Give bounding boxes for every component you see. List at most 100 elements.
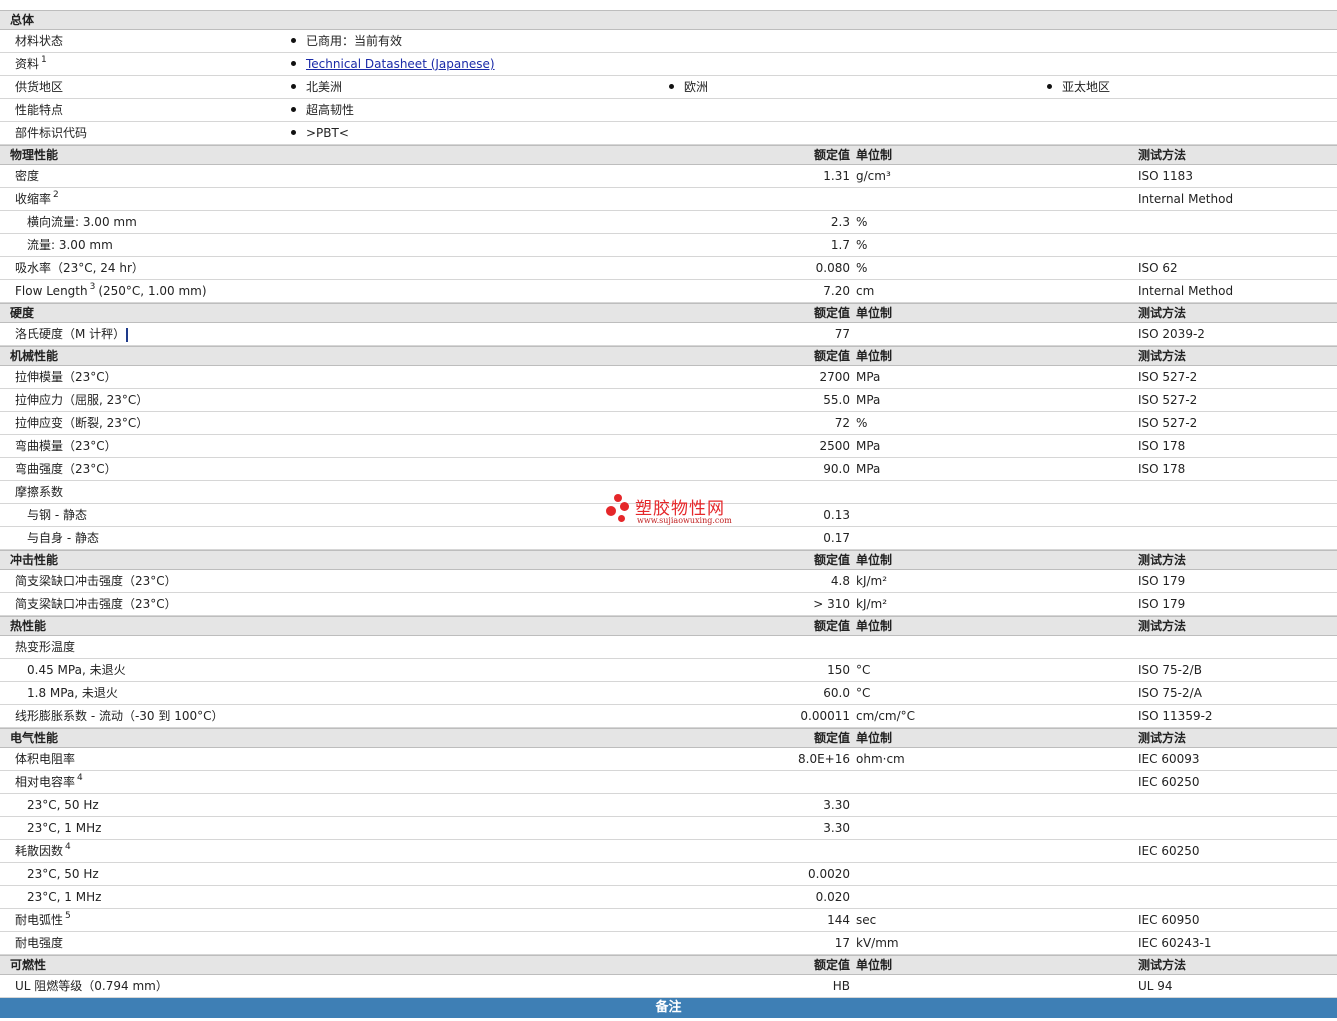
row-label-text: 洛氏硬度（M 计秤） bbox=[15, 327, 126, 341]
row-label: 0.45 MPa, 未退火 bbox=[27, 659, 126, 681]
row-test-method: IEC 60250 bbox=[1138, 844, 1200, 858]
table-row: 吸水率（23°C, 24 hr） 0.080% ISO 62 bbox=[0, 257, 1337, 280]
list-item: Technical Datasheet (Japanese) bbox=[291, 53, 495, 75]
row-test-method: ISO 75-2/A bbox=[1138, 686, 1202, 700]
row-label: 耗散因数 4 bbox=[15, 840, 71, 862]
feature-value: 超高韧性 bbox=[306, 103, 355, 117]
table-row: 密度 1.31 g/cm³ ISO 1183 bbox=[0, 165, 1337, 188]
row-value: 7.20 bbox=[823, 284, 850, 298]
table-row: 1.8 MPa, 未退火 60.0 °C ISO 75-2/A bbox=[0, 682, 1337, 705]
row-unit: cm/cm/°C bbox=[856, 709, 916, 723]
column-header-unit: 单位制 bbox=[856, 958, 893, 972]
table-row: 简支梁缺口冲击强度（23°C） 4.8 kJ/m² ISO 179 bbox=[0, 570, 1337, 593]
row-datasheet: 资料 1 Technical Datasheet (Japanese) bbox=[0, 53, 1337, 76]
row-label: 横向流量: 3.00 mm bbox=[27, 211, 137, 233]
row-label-text: 拉伸应力（屈服, 23°C） bbox=[15, 393, 149, 407]
row-label-text: 23°C, 50 Hz bbox=[27, 798, 99, 812]
logo-dot bbox=[618, 515, 625, 522]
row-value: 3.30 bbox=[823, 798, 850, 812]
table-row: 简支梁缺口冲击强度（23°C） > 310 kJ/m² ISO 179 bbox=[0, 593, 1337, 616]
row-value: 8.0E+16 bbox=[798, 752, 850, 766]
row-label-text: 耐电强度 bbox=[15, 936, 64, 950]
row-value: 2.3 bbox=[830, 215, 850, 229]
row-label-text: UL 阻燃等级（0.794 mm） bbox=[15, 979, 168, 993]
column-header-test: 测试方法 bbox=[1138, 306, 1187, 320]
bullet-icon bbox=[291, 130, 296, 135]
table-row: 洛氏硬度（M 计秤） 77 ISO 2039-2 bbox=[0, 323, 1337, 346]
section-header-impact: 冲击性能 额定值 单位制 测试方法 bbox=[0, 550, 1337, 570]
row-label-text: 弯曲强度（23°C） bbox=[15, 462, 117, 476]
section-title: 硬度 bbox=[10, 306, 35, 320]
row-test-method: ISO 178 bbox=[1138, 439, 1186, 453]
row-test-method: ISO 179 bbox=[1138, 574, 1186, 588]
row-test-method: UL 94 bbox=[1138, 979, 1173, 993]
row-label-text: 耐电弧性 bbox=[15, 913, 64, 927]
row-label-text: Flow Length bbox=[15, 284, 88, 298]
row-label-text: 摩擦系数 bbox=[15, 485, 64, 499]
section-header-hardness: 硬度 额定值 单位制 测试方法 bbox=[0, 303, 1337, 323]
notes-bar[interactable]: 备注 bbox=[0, 998, 1337, 1018]
row-label: 23°C, 50 Hz bbox=[27, 863, 99, 885]
row-unit: MPa bbox=[856, 439, 881, 453]
row-test-method: ISO 527-2 bbox=[1138, 393, 1198, 407]
row-unit: °C bbox=[856, 686, 871, 700]
table-row: 横向流量: 3.00 mm 2.3% bbox=[0, 211, 1337, 234]
logo-dot bbox=[606, 506, 616, 516]
row-value: 1.7 bbox=[830, 238, 850, 252]
row-label-text: 23°C, 1 MHz bbox=[27, 821, 102, 835]
row-label: 23°C, 1 MHz bbox=[27, 886, 101, 908]
row-label: 简支梁缺口冲击强度（23°C） bbox=[15, 593, 177, 615]
row-test-method: Internal Method bbox=[1138, 284, 1234, 298]
region-name: 北美洲 bbox=[306, 80, 343, 94]
row-label: 性能特点 bbox=[15, 103, 64, 117]
section-title: 热性能 bbox=[10, 619, 47, 633]
row-value: 0.0020 bbox=[808, 867, 850, 881]
marking-value: >PBT< bbox=[306, 126, 349, 140]
table-row: 热变形温度 bbox=[0, 636, 1337, 659]
row-test-method: IEC 60950 bbox=[1138, 913, 1200, 927]
table-row: 23°C, 1 MHz 0.020 bbox=[0, 886, 1337, 909]
table-row: 与自身 - 静态 0.17 bbox=[0, 527, 1337, 550]
row-test-method: Internal Method bbox=[1138, 192, 1234, 206]
row-value: 17 bbox=[834, 936, 850, 950]
technical-datasheet-link[interactable]: Technical Datasheet (Japanese) bbox=[306, 57, 495, 71]
section-header-physical: 物理性能 额定值 单位制 测试方法 bbox=[0, 145, 1337, 165]
row-unit: kJ/m² bbox=[856, 574, 888, 588]
footnote-marker: 2 bbox=[53, 190, 59, 200]
row-label: 供货地区 bbox=[15, 80, 64, 94]
row-unit: MPa bbox=[856, 462, 881, 476]
section-header-general: 总体 bbox=[0, 10, 1337, 30]
row-label-text: 与自身 - 静态 bbox=[27, 531, 99, 545]
row-label: 资料 1 bbox=[15, 53, 47, 75]
row-label: 拉伸模量（23°C） bbox=[15, 366, 117, 388]
row-label: 洛氏硬度（M 计秤） bbox=[15, 323, 129, 345]
table-row: UL 阻燃等级（0.794 mm） HB UL 94 bbox=[0, 975, 1337, 998]
bullet-icon bbox=[669, 84, 674, 89]
column-header-unit: 单位制 bbox=[856, 148, 893, 162]
row-test-method: ISO 179 bbox=[1138, 597, 1186, 611]
row-label-text: 体积电阻率 bbox=[15, 752, 76, 766]
row-label: 耐电弧性 5 bbox=[15, 909, 71, 931]
row-label: 23°C, 50 Hz bbox=[27, 794, 99, 816]
row-test-method: IEC 60093 bbox=[1138, 752, 1200, 766]
section-title: 电气性能 bbox=[10, 731, 59, 745]
row-value: 2700 bbox=[819, 370, 850, 384]
row-label: 体积电阻率 bbox=[15, 748, 75, 770]
row-part-marking: 部件标识代码 >PBT< bbox=[0, 122, 1337, 145]
column-header-value: 额定值 bbox=[813, 148, 850, 162]
column-header-value: 额定值 bbox=[813, 306, 850, 320]
column-header-test: 测试方法 bbox=[1138, 349, 1187, 363]
row-value: 2500 bbox=[819, 439, 850, 453]
row-value: 144 bbox=[827, 913, 850, 927]
row-unit: % bbox=[856, 215, 868, 229]
section-title: 可燃性 bbox=[10, 958, 47, 972]
row-value: HB bbox=[832, 979, 850, 993]
row-value: 0.080 bbox=[815, 261, 850, 275]
row-label: 拉伸应变（断裂, 23°C） bbox=[15, 412, 148, 434]
list-item: >PBT< bbox=[291, 122, 349, 144]
row-label: 密度 bbox=[15, 165, 39, 187]
row-label: 线形膨胀系数 - 流动（-30 到 100°C） bbox=[15, 705, 223, 727]
row-label: 拉伸应力（屈服, 23°C） bbox=[15, 389, 148, 411]
table-row: 耐电弧性 5 144 sec IEC 60950 bbox=[0, 909, 1337, 932]
row-test-method: ISO 11359-2 bbox=[1138, 709, 1213, 723]
